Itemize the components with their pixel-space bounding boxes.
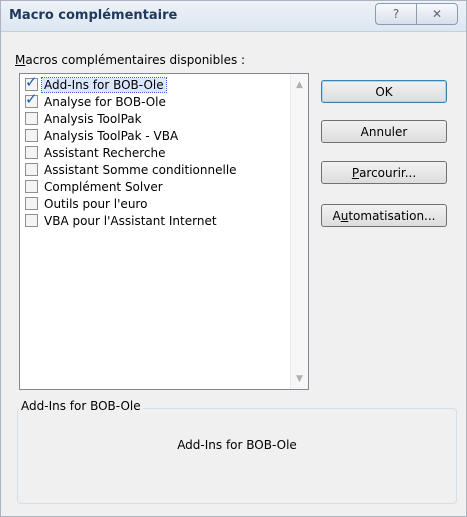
description-groupbox — [17, 408, 457, 504]
description-legend: Add-Ins for BOB-Ole — [19, 399, 143, 413]
label-text: acros complémentaires disponibles : — [25, 53, 246, 67]
close-icon: ✕ — [431, 7, 443, 21]
title-bar-buttons: ? ✕ — [375, 3, 458, 25]
available-addins-label: Macros complémentaires disponibles : — [15, 53, 245, 67]
list-item[interactable]: Analysis ToolPak - VBA — [22, 127, 287, 144]
list-item[interactable]: Assistant Somme conditionnelle — [22, 161, 287, 178]
automation-button-label: tomatisation... — [348, 208, 436, 223]
checkbox[interactable] — [25, 197, 38, 210]
checkbox[interactable] — [25, 180, 38, 193]
list-item-label: Assistant Recherche — [44, 145, 166, 160]
checkbox[interactable] — [25, 163, 38, 176]
list-item-label: Analyse for BOB-Ole — [44, 94, 166, 109]
help-icon: ? — [392, 7, 400, 21]
scroll-down-arrow-icon[interactable]: ▼ — [291, 370, 308, 387]
list-item-label: Analysis ToolPak - VBA — [44, 128, 179, 143]
browse-button[interactable]: Parcourir... — [321, 161, 447, 184]
label-accesskey: M — [15, 53, 26, 67]
checkmark-icon: ✓ — [25, 90, 38, 108]
automation-prefix: A — [332, 208, 341, 223]
checkmark-icon: ✓ — [25, 73, 38, 91]
title-bar: Macro complémentaire ? ✕ — [1, 1, 466, 32]
automation-accesskey: u — [340, 208, 349, 223]
list-item[interactable]: Complément Solver — [22, 178, 287, 195]
list-item-label: Add-Ins for BOB-Ole — [41, 76, 167, 93]
window-title: Macro complémentaire — [9, 8, 178, 23]
browse-button-label: arcourir... — [359, 165, 417, 180]
browse-accesskey: P — [351, 165, 360, 180]
list-item[interactable]: Analysis ToolPak — [22, 110, 287, 127]
checkbox[interactable]: ✓ — [25, 90, 38, 108]
automation-button[interactable]: Au tomatisation... — [321, 204, 447, 227]
cancel-button[interactable]: Annuler — [321, 120, 447, 143]
list-item[interactable]: Outils pour l'euro — [22, 195, 287, 212]
close-button[interactable]: ✕ — [416, 4, 457, 24]
checkbox[interactable] — [25, 112, 38, 125]
list-item-label: Assistant Somme conditionnelle — [44, 162, 237, 177]
listbox-scrollbar[interactable]: ▲ ▼ — [290, 74, 308, 389]
list-item-label: VBA pour l'Assistant Internet — [44, 213, 217, 228]
cancel-button-label: Annuler — [360, 124, 408, 139]
ok-button[interactable]: OK — [321, 80, 447, 103]
checkbox[interactable] — [25, 146, 38, 159]
list-item[interactable]: ✓ Add-Ins for BOB-Ole — [22, 73, 287, 93]
checkbox[interactable] — [25, 129, 38, 142]
list-item-label: Complément Solver — [44, 179, 163, 194]
list-item-label: Analysis ToolPak — [44, 111, 142, 126]
help-button[interactable]: ? — [376, 4, 416, 24]
scroll-up-arrow-icon[interactable]: ▲ — [291, 76, 308, 93]
addins-list: ✓ Add-Ins for BOB-Ole ✓ Analyse for BOB-Ole… — [22, 73, 287, 229]
list-item-label: Outils pour l'euro — [44, 196, 148, 211]
ok-button-label: OK — [375, 84, 393, 99]
list-item[interactable]: ✓ Analyse for BOB-Ole — [22, 90, 287, 110]
addins-listbox[interactable]: ✓ Add-Ins for BOB-Ole ✓ Analyse for BOB-Ole… — [19, 73, 309, 390]
list-item[interactable]: VBA pour l'Assistant Internet — [22, 212, 287, 229]
checkbox[interactable] — [25, 214, 38, 227]
list-item[interactable]: Assistant Recherche — [22, 144, 287, 161]
addins-dialog: Macro complémentaire ? ✕ Macros compléme… — [0, 0, 467, 517]
description-text: Add-Ins for BOB-Ole — [177, 438, 297, 452]
